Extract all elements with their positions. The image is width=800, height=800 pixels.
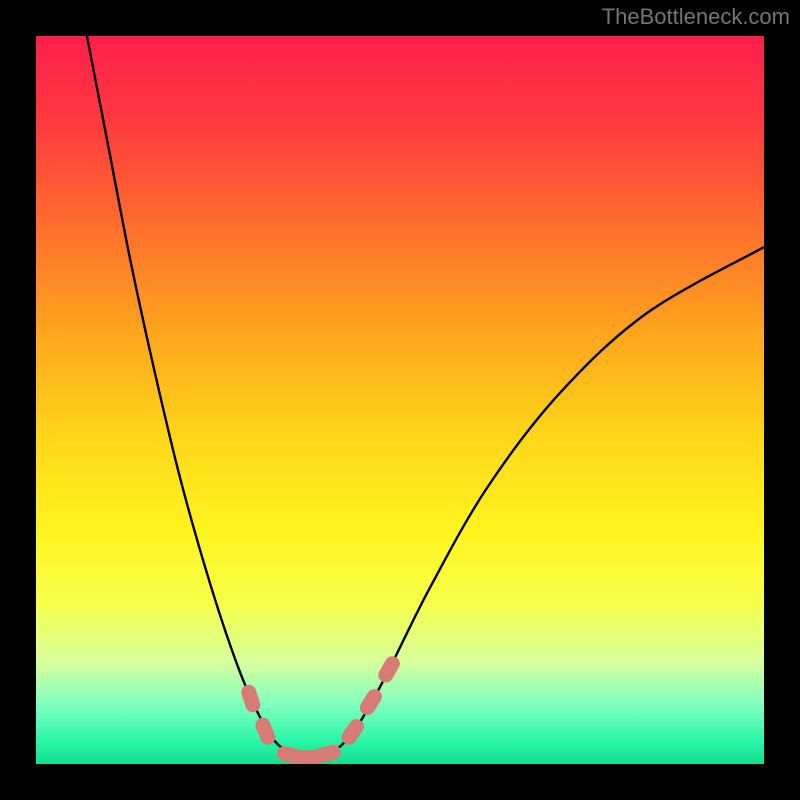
marker-valley-3 (312, 743, 343, 764)
marker-left-lower (253, 715, 277, 747)
marker-left-upper (239, 683, 262, 714)
chart-canvas: TheBottleneck.com (0, 0, 800, 800)
markers-group (239, 653, 402, 764)
watermark-text: TheBottleneck.com (602, 4, 790, 30)
bottleneck-curve (87, 36, 764, 758)
marker-right-mid (357, 686, 385, 718)
marker-right-upper (376, 653, 403, 685)
bottleneck-curve-svg (36, 36, 764, 764)
plot-area (36, 36, 764, 764)
